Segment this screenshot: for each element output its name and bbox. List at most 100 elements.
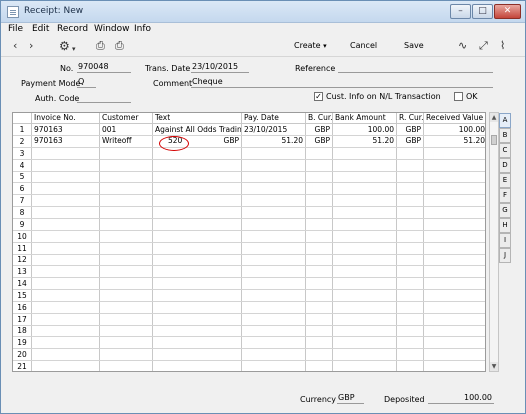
grid-row-line	[13, 206, 485, 208]
row-number: 18	[17, 326, 27, 336]
row-number: 15	[17, 290, 27, 300]
menu-file[interactable]: File	[8, 24, 23, 34]
grid-row-line	[13, 194, 485, 196]
tab-d[interactable]: D	[499, 158, 511, 173]
gear-icon[interactable]: ⚙	[59, 40, 70, 52]
grid-row-line	[13, 217, 485, 219]
minimize-button[interactable]: –	[450, 4, 471, 19]
comment-label: Comment	[153, 79, 193, 88]
activity-icon[interactable]: ∿	[458, 40, 467, 52]
scroll-down-icon[interactable]: ▼	[490, 362, 498, 371]
save-button[interactable]: Save	[404, 41, 424, 51]
scroll-up-icon[interactable]: ▲	[490, 113, 498, 122]
tab-b[interactable]: B	[499, 128, 511, 143]
row1-b-cur[interactable]: GBP	[306, 124, 332, 135]
window-title: Receipt: New	[24, 6, 84, 16]
no-field[interactable]: 970048	[77, 62, 131, 73]
grid-row-line	[13, 229, 485, 231]
row2-amount[interactable]: 51.20	[242, 135, 305, 146]
tab-c[interactable]: C	[499, 143, 511, 158]
expand-icon[interactable]: ⤢	[479, 40, 488, 52]
row2-bank-amount[interactable]: 51.20	[333, 135, 396, 146]
grid-row-line	[13, 300, 485, 302]
trans-date-field[interactable]: 23/10/2015	[191, 62, 249, 73]
row-number: 13	[17, 267, 27, 277]
tab-i[interactable]: I	[499, 233, 511, 248]
row-number: 14	[17, 279, 27, 289]
highlight-circle	[159, 136, 189, 151]
auth-code-label: Auth. Code	[35, 94, 80, 103]
tab-e[interactable]: E	[499, 173, 511, 188]
row-number: 20	[17, 350, 27, 360]
row1-text[interactable]: Against All Odds Trading	[153, 124, 241, 135]
trans-date-label: Trans. Date	[145, 64, 191, 73]
invoice-grid: Invoice No. Customer Text Pay. Date B. C…	[12, 112, 486, 372]
tab-g[interactable]: G	[499, 203, 511, 218]
menu-edit[interactable]: Edit	[32, 24, 49, 34]
create-button[interactable]: Create ▾	[294, 41, 327, 51]
cancel-button[interactable]: Cancel	[350, 41, 377, 51]
auth-code-field[interactable]	[77, 92, 131, 103]
reference-field[interactable]	[338, 62, 493, 73]
row-number: 4	[19, 160, 25, 170]
cust-info-checkbox[interactable]: ✓	[314, 92, 323, 101]
grid-row-line	[13, 312, 485, 314]
grid-row-line	[13, 182, 485, 184]
close-button[interactable]: ✕	[494, 4, 521, 19]
row1-r-cur[interactable]: GBP	[397, 124, 423, 135]
row2-b-cur[interactable]: GBP	[306, 135, 332, 146]
grid-row-line	[13, 277, 485, 279]
row2-r-cur[interactable]: GBP	[397, 135, 423, 146]
grid-scrollbar[interactable]: ▲ ▼	[489, 112, 499, 372]
maximize-button[interactable]: □	[472, 4, 493, 19]
row2-received-value[interactable]: 51.20	[424, 135, 485, 146]
payment-mode-field[interactable]: Q	[77, 77, 96, 88]
tab-j[interactable]: J	[499, 248, 511, 263]
row2-text-currency[interactable]: GBP	[213, 135, 241, 146]
comment-field[interactable]: Cheque	[191, 77, 493, 88]
row2-customer[interactable]: Writeoff	[100, 135, 152, 146]
print-preview-icon[interactable]: ⎙	[115, 40, 124, 52]
row1-bank-amount[interactable]: 100.00	[333, 124, 396, 135]
menu-bar: File Edit Record Window Info	[1, 23, 525, 37]
ok-checkbox[interactable]	[454, 92, 463, 101]
menu-window[interactable]: Window	[94, 24, 130, 34]
row-number: 5	[19, 172, 25, 182]
grid-row-line	[13, 170, 485, 172]
grid-row-line	[13, 336, 485, 338]
payment-mode-label: Payment Mode	[21, 79, 81, 88]
forward-icon[interactable]: ›	[29, 40, 33, 52]
chevron-down-icon[interactable]: ▾	[72, 43, 76, 55]
paperclip-icon[interactable]: ⌇	[500, 40, 505, 52]
column-header-b-cur: B. Cur.	[306, 113, 333, 124]
row1-customer[interactable]: 001	[100, 124, 152, 135]
tab-h[interactable]: H	[499, 218, 511, 233]
printer-icon[interactable]: ⎙	[96, 40, 105, 52]
column-header-received-value: Received Value	[424, 113, 485, 124]
row-number: 6	[19, 184, 25, 194]
no-label: No.	[60, 64, 74, 73]
back-icon[interactable]: ‹	[13, 40, 17, 52]
reference-label: Reference	[295, 64, 336, 73]
row-number: 12	[17, 255, 27, 265]
menu-info[interactable]: Info	[134, 24, 151, 34]
row1-received-value[interactable]: 100.00	[424, 124, 485, 135]
grid-row-line	[13, 265, 485, 267]
cust-info-label: Cust. Info on N/L Transaction	[326, 92, 441, 101]
grid-row-line	[13, 146, 485, 148]
row2-invoice-no[interactable]: 970163	[32, 135, 99, 146]
currency-field[interactable]: GBP	[337, 393, 364, 404]
row-number: 10	[17, 231, 27, 241]
row-number: 17	[17, 314, 27, 324]
scroll-thumb[interactable]	[491, 135, 497, 145]
column-header-invoice-no: Invoice No.	[32, 113, 100, 124]
tab-a[interactable]: A	[499, 113, 511, 128]
menu-record[interactable]: Record	[57, 24, 88, 34]
row-number: 3	[19, 148, 25, 158]
row1-invoice-no[interactable]: 970163	[32, 124, 99, 135]
row-number: 21	[17, 362, 27, 371]
row-number: 2	[19, 136, 25, 146]
tab-f[interactable]: F	[499, 188, 511, 203]
title-bar: Receipt: New – □ ✕	[1, 1, 525, 23]
row1-pay-date[interactable]: 23/10/2015	[242, 124, 305, 135]
